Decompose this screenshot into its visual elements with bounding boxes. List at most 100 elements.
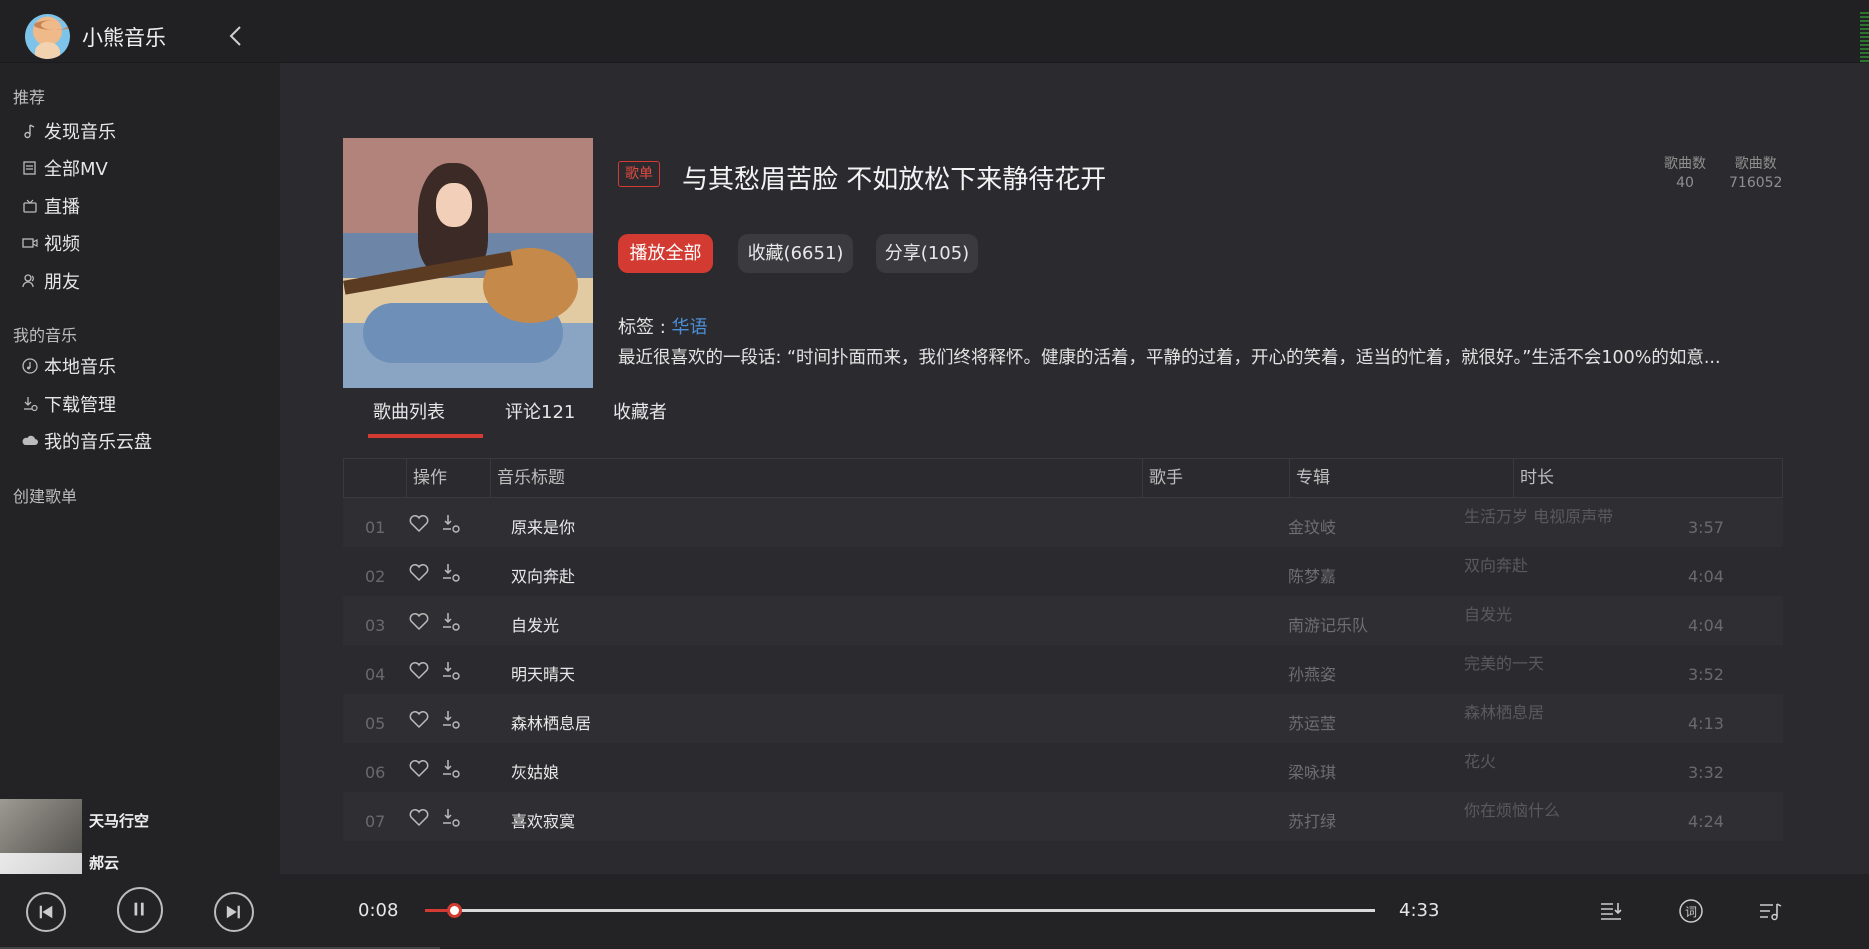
table-row[interactable]: 06 灰姑娘 梁咏琪 花火 3:32	[343, 743, 1783, 792]
column-header-album[interactable]: 专辑	[1289, 459, 1513, 497]
download-icon[interactable]	[440, 807, 462, 829]
back-chevron-icon[interactable]	[228, 24, 244, 48]
sidebar-item-video[interactable]: 视频	[21, 229, 80, 257]
download-icon[interactable]	[440, 513, 462, 535]
tab-comments[interactable]: 评论121	[505, 398, 575, 424]
progress-handle[interactable]	[447, 903, 462, 918]
song-duration: 4:04	[1688, 616, 1724, 635]
playlist-icon[interactable]	[1757, 898, 1783, 924]
song-title[interactable]: 明天晴天	[511, 645, 575, 694]
table-row[interactable]: 03 自发光 南游记乐队 自发光 4:04	[343, 596, 1783, 645]
download-icon[interactable]	[440, 660, 462, 682]
sidebar-item-live[interactable]: 直播	[21, 192, 80, 220]
download-icon[interactable]	[440, 758, 462, 780]
volume-meter	[1860, 12, 1869, 64]
section-create-playlist[interactable]: 创建歌单	[13, 483, 77, 507]
table-row[interactable]: 04 明天晴天 孙燕姿 完美的一天 3:52	[343, 645, 1783, 694]
play-all-button[interactable]: 播放全部	[618, 234, 713, 273]
row-actions	[408, 611, 462, 633]
download-icon	[24, 397, 38, 412]
song-title[interactable]: 双向奔赴	[511, 547, 575, 596]
progress-track[interactable]	[425, 903, 1375, 918]
tag-line: 标签 : 华语	[618, 313, 708, 339]
song-duration: 3:52	[1688, 665, 1724, 684]
song-artist[interactable]: 南游记乐队	[1288, 596, 1368, 645]
tab-collectors[interactable]: 收藏者	[613, 398, 667, 424]
heart-icon[interactable]	[408, 758, 430, 778]
song-title[interactable]: 森林栖息居	[511, 694, 591, 743]
column-header-artist[interactable]: 歌手	[1142, 459, 1289, 497]
table-row[interactable]: 02 双向奔赴 陈梦嘉 双向奔赴 4:04	[343, 547, 1783, 596]
song-title[interactable]: 喜欢寂寞	[511, 792, 575, 841]
song-album[interactable]: 花火	[1464, 743, 1496, 792]
column-header-title[interactable]: 音乐标题	[490, 459, 1142, 497]
app-title: 小熊音乐	[82, 26, 166, 50]
sidebar-item-label: 视频	[44, 234, 80, 255]
sidebar-item-friends[interactable]: 朋友	[21, 267, 80, 295]
song-artist[interactable]: 陈梦嘉	[1288, 547, 1336, 596]
song-album[interactable]: 生活万岁 电视原声带	[1464, 498, 1613, 547]
collect-button[interactable]: 收藏(6651)	[738, 234, 853, 273]
list-item[interactable]: 天马行空	[0, 799, 280, 853]
heart-icon[interactable]	[408, 709, 430, 729]
sidebar-item-discover[interactable]: 发现音乐	[21, 117, 116, 145]
playlist-detail: 歌单 与其愁眉苦脸 不如放松下来静待花开 歌曲数 40 歌曲数 716052 播…	[280, 63, 1869, 874]
track-number: 01	[365, 518, 386, 537]
song-duration: 3:32	[1688, 763, 1724, 782]
song-name: 郝云	[89, 854, 120, 872]
column-header-duration[interactable]: 时长	[1513, 459, 1783, 497]
song-artist[interactable]: 苏打绿	[1288, 792, 1336, 841]
download-icon[interactable]	[440, 562, 462, 584]
song-artist[interactable]: 苏运莹	[1288, 694, 1336, 743]
pause-icon[interactable]	[117, 887, 163, 933]
song-album[interactable]: 双向奔赴	[1464, 547, 1528, 596]
song-album[interactable]: 森林栖息居	[1464, 694, 1544, 743]
song-artist[interactable]: 梁咏琪	[1288, 743, 1336, 792]
heart-icon[interactable]	[408, 562, 430, 582]
download-icon[interactable]	[440, 709, 462, 731]
track-number: 02	[365, 567, 386, 586]
sidebar-item-downloads[interactable]: 下载管理	[21, 390, 116, 418]
section-recommend: 推荐	[13, 88, 46, 107]
song-title[interactable]: 自发光	[511, 596, 559, 645]
lyrics-icon[interactable]: 词	[1678, 898, 1704, 924]
tab-song-list[interactable]: 歌曲列表	[373, 398, 445, 424]
download-icon[interactable]	[440, 611, 462, 633]
song-cover	[0, 853, 82, 875]
heart-icon[interactable]	[408, 660, 430, 680]
song-duration: 4:04	[1688, 567, 1724, 586]
live-icon	[23, 199, 37, 213]
row-actions	[408, 513, 462, 535]
playlist-queue-icon[interactable]	[1598, 898, 1624, 924]
local-music-icon	[22, 358, 38, 374]
heart-icon[interactable]	[408, 611, 430, 631]
music-note-icon	[24, 124, 35, 139]
song-artist[interactable]: 金玟岐	[1288, 498, 1336, 547]
table-row[interactable]: 05 森林栖息居 苏运莹 森林栖息居 4:13	[343, 694, 1783, 743]
previous-icon[interactable]	[26, 892, 66, 932]
track-number: 03	[365, 616, 386, 635]
row-actions	[408, 660, 462, 682]
song-album[interactable]: 自发光	[1464, 596, 1512, 645]
song-artist[interactable]: 孙燕姿	[1288, 645, 1336, 694]
table-row[interactable]: 07 喜欢寂寞 苏打绿 你在烦恼什么 4:24	[343, 792, 1783, 841]
sidebar-item-label: 下载管理	[44, 395, 116, 416]
sidebar-item-local-music[interactable]: 本地音乐	[21, 352, 116, 380]
table-row[interactable]: 01 原来是你 金玟岐 生活万岁 电视原声带 3:57	[343, 498, 1783, 547]
stat-label: 歌曲数	[1734, 156, 1777, 172]
sidebar-item-label: 发现音乐	[44, 122, 116, 143]
heart-icon[interactable]	[408, 513, 430, 533]
share-button[interactable]: 分享(105)	[876, 234, 978, 273]
stat-label: 歌曲数	[1664, 156, 1706, 172]
song-title[interactable]: 灰姑娘	[511, 743, 559, 792]
song-album[interactable]: 你在烦恼什么	[1464, 792, 1560, 841]
song-album[interactable]: 完美的一天	[1464, 645, 1544, 694]
sidebar-item-mv[interactable]: 全部MV	[21, 154, 108, 182]
sidebar-item-cloud-disk[interactable]: 我的音乐云盘	[21, 427, 152, 455]
friends-icon	[22, 274, 34, 288]
next-icon[interactable]	[214, 892, 254, 932]
tag-link[interactable]: 华语	[672, 317, 708, 338]
section-my-music: 我的音乐	[13, 326, 78, 345]
heart-icon[interactable]	[408, 807, 430, 827]
song-title[interactable]: 原来是你	[511, 498, 575, 547]
